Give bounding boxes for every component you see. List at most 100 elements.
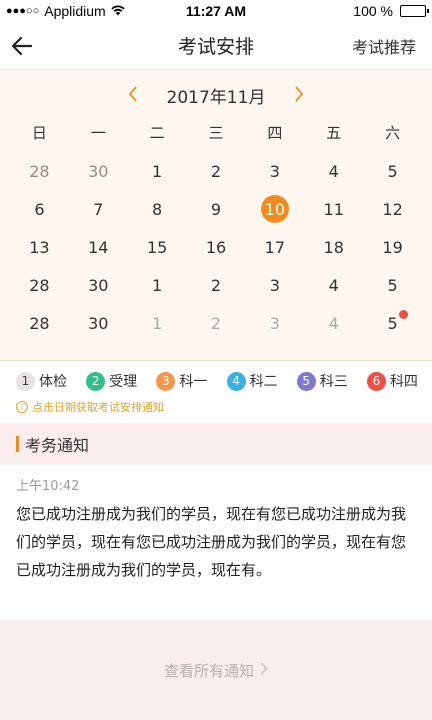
nav-bar: 考试安排 考试推荐 (0, 22, 432, 70)
calendar-week-row: 28 30 1 2 3 4 5 (0, 304, 432, 342)
legend-label: 科三 (319, 374, 348, 390)
wifi-icon (111, 4, 125, 19)
calendar-day-selected[interactable]: 10 (245, 190, 304, 228)
calendar-day[interactable]: 5 (363, 304, 422, 342)
notice-text: 您已成功注册成为我们的学员，现在有您已成功注册成为我们的学员，现在有您已成功注册… (16, 505, 407, 579)
calendar-week-row: 28 30 1 2 3 4 5 (0, 152, 432, 190)
chevron-right-icon (295, 85, 304, 102)
calendar-day[interactable]: 28 (10, 304, 69, 342)
weekday-label: 三 (208, 123, 224, 142)
calendar-day[interactable]: 9 (187, 190, 246, 228)
calendar-day[interactable]: 11 (304, 190, 363, 228)
calendar-week-row: 28 30 1 2 3 4 5 (0, 266, 432, 304)
legend-badge: 2 (86, 371, 106, 391)
calendar: 2017年11月 日 一 二 三 四 五 六 28 30 1 2 3 4 5 6… (0, 70, 432, 361)
notice-section-title: 考务通知 (25, 436, 90, 455)
next-month-button[interactable] (279, 83, 319, 108)
legend-item: 2 受理 (86, 371, 137, 391)
calendar-day[interactable]: 17 (245, 228, 304, 266)
back-arrow-icon (12, 36, 32, 55)
legend-row: 1 体检 2 受理 3 科一 4 科二 5 科三 6 科四 (16, 371, 418, 391)
calendar-day[interactable]: 4 (304, 266, 363, 304)
legend-badge: 3 (156, 371, 176, 391)
chevron-left-icon (128, 85, 137, 102)
legend-item: 4 科二 (226, 371, 278, 391)
calendar-day[interactable]: 4 (304, 304, 363, 342)
legend-label: 体检 (39, 374, 67, 390)
calendar-day[interactable]: 2 (187, 266, 246, 304)
calendar-day[interactable]: 16 (187, 228, 246, 266)
calendar-day[interactable]: 15 (128, 228, 187, 266)
calendar-day[interactable]: 19 (363, 228, 422, 266)
weekday-label: 一 (90, 123, 106, 142)
calendar-day[interactable]: 13 (10, 228, 69, 266)
notice-time: 上午10:42 (16, 479, 80, 494)
legend-item: 1 体检 (16, 371, 67, 391)
info-icon: i (16, 401, 28, 413)
legend-badge: 1 (16, 371, 35, 391)
weekday-label: 日 (31, 123, 47, 142)
calendar-day[interactable]: 14 (69, 228, 128, 266)
legend-item: 6 科四 (366, 371, 418, 391)
exam-legend: 1 体检 2 受理 3 科一 4 科二 5 科三 6 科四 i 点击日期获取考试… (0, 361, 432, 423)
calendar-day[interactable]: 28 (10, 266, 69, 304)
status-left: ●●●○○ Applidium (6, 3, 156, 19)
calendar-day[interactable]: 28 (10, 152, 69, 190)
view-all-label: 查看所有通知 (163, 661, 254, 680)
calendar-day[interactable]: 7 (69, 190, 128, 228)
status-right: 100 % (276, 3, 429, 19)
notice-item[interactable]: 上午10:42 您已成功注册成为我们的学员，现在有您已成功注册成为我们的学员，现… (0, 465, 432, 617)
legend-label: 受理 (109, 374, 138, 390)
prev-month-button[interactable] (113, 83, 153, 108)
legend-label: 科四 (389, 374, 418, 390)
legend-item: 3 科一 (156, 371, 207, 391)
calendar-day[interactable]: 2 (187, 152, 246, 190)
status-bar: ●●●○○ Applidium 11:27 AM 100 % (0, 0, 432, 22)
calendar-week-row: 13 14 15 16 17 18 19 (0, 228, 432, 266)
calendar-day[interactable]: 18 (304, 228, 363, 266)
calendar-day[interactable]: 3 (245, 266, 304, 304)
legend-badge: 4 (226, 371, 246, 391)
event-dot-icon (398, 310, 408, 319)
legend-badge: 6 (366, 371, 386, 391)
carrier-name: Applidium (44, 3, 106, 19)
legend-hint: i 点击日期获取考试安排通知 (16, 399, 418, 415)
status-time: 11:27 AM (185, 3, 247, 19)
legend-badge: 5 (296, 371, 316, 391)
weekday-label: 六 (385, 123, 401, 142)
notice-section-header: 考务通知 (0, 423, 432, 465)
exam-recommend-button[interactable]: 考试推荐 (352, 34, 432, 58)
calendar-day[interactable]: 1 (128, 152, 187, 190)
calendar-day[interactable]: 30 (69, 152, 128, 190)
battery-percent: 100 % (353, 3, 393, 19)
calendar-day[interactable]: 3 (245, 304, 304, 342)
weekday-row: 日 一 二 三 四 五 六 (0, 112, 432, 152)
calendar-day[interactable]: 5 (363, 152, 422, 190)
calendar-day[interactable]: 30 (69, 304, 128, 342)
calendar-day[interactable]: 1 (128, 304, 187, 342)
accent-bar (16, 436, 19, 452)
hint-text: 点击日期获取考试安排通知 (32, 401, 164, 414)
calendar-day[interactable]: 12 (363, 190, 422, 228)
calendar-week-row: 6 7 8 9 10 11 12 (0, 190, 432, 228)
calendar-day[interactable]: 1 (128, 266, 187, 304)
calendar-day[interactable]: 2 (187, 304, 246, 342)
signal-icon: ●●●○○ (6, 5, 40, 17)
view-all-notices-button[interactable]: 查看所有通知 (0, 620, 432, 720)
calendar-day[interactable]: 6 (10, 190, 69, 228)
calendar-day[interactable]: 3 (245, 152, 304, 190)
back-button[interactable] (0, 22, 44, 70)
legend-item: 5 科三 (296, 371, 348, 391)
legend-label: 科一 (179, 374, 208, 390)
calendar-day[interactable]: 4 (304, 152, 363, 190)
weekday-label: 二 (149, 123, 165, 142)
calendar-day[interactable]: 30 (69, 266, 128, 304)
calendar-header: 2017年11月 (0, 78, 432, 112)
calendar-month: 2017年11月 (166, 87, 266, 108)
legend-label: 科二 (249, 374, 278, 390)
weekday-label: 四 (267, 123, 283, 142)
calendar-day[interactable]: 5 (363, 266, 422, 304)
calendar-day[interactable]: 8 (128, 190, 187, 228)
battery-icon (400, 5, 429, 17)
weekday-label: 五 (326, 123, 342, 142)
